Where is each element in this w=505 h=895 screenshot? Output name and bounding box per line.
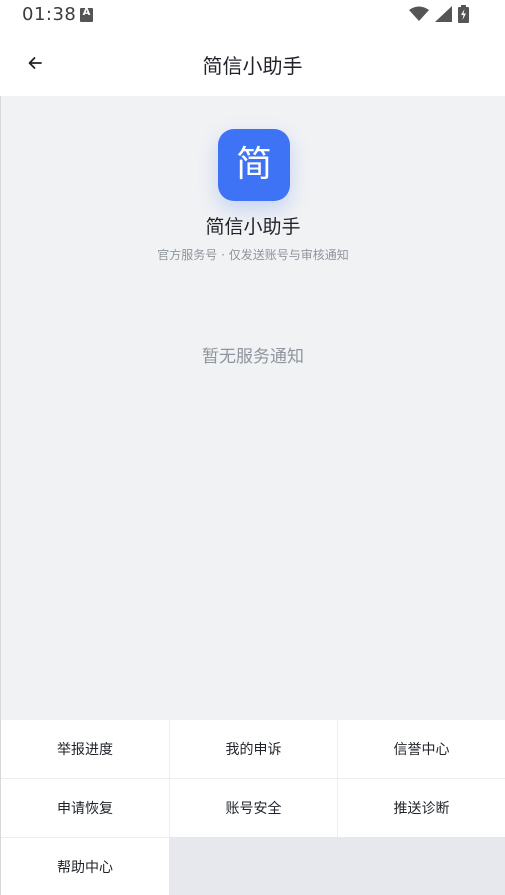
menu-item-account-security[interactable]: 账号安全	[169, 778, 337, 837]
menu-item-report-progress[interactable]: 举报进度	[1, 720, 169, 778]
menu-item-request-recovery[interactable]: 申请恢复	[1, 778, 169, 837]
status-bar: 01:38 A	[0, 0, 505, 32]
notification-badge-label: A	[82, 7, 91, 18]
menu-item-reputation-center[interactable]: 信誉中心	[337, 720, 505, 778]
app-logo: 简	[218, 129, 290, 201]
app-name: 简信小助手	[205, 216, 301, 238]
menu-item-push-diagnosis[interactable]: 推送诊断	[337, 778, 505, 837]
wifi-icon	[409, 6, 429, 22]
menu-item-my-appeals[interactable]: 我的申诉	[169, 720, 337, 778]
page-title: 简信小助手	[202, 54, 303, 78]
header: 简信小助手	[0, 32, 505, 96]
app-logo-char: 简	[235, 144, 272, 185]
status-time: 01:38	[22, 4, 77, 25]
notification-a-icon: A	[80, 7, 93, 22]
signal-icon	[435, 6, 452, 22]
app-description: 官方服务号 · 仅发送账号与审核通知	[157, 248, 349, 262]
battery-charging-icon	[458, 5, 469, 23]
menu-grid: 举报进度 我的申诉 信誉中心 申请恢复 账号安全 推送诊断 帮助中心	[1, 720, 505, 895]
status-icons	[409, 5, 469, 23]
menu-item-help-center[interactable]: 帮助中心	[1, 837, 169, 895]
empty-state-text: 暂无服务通知	[202, 347, 304, 367]
content-area: 简 简信小助手 官方服务号 · 仅发送账号与审核通知 暂无服务通知	[1, 96, 505, 720]
